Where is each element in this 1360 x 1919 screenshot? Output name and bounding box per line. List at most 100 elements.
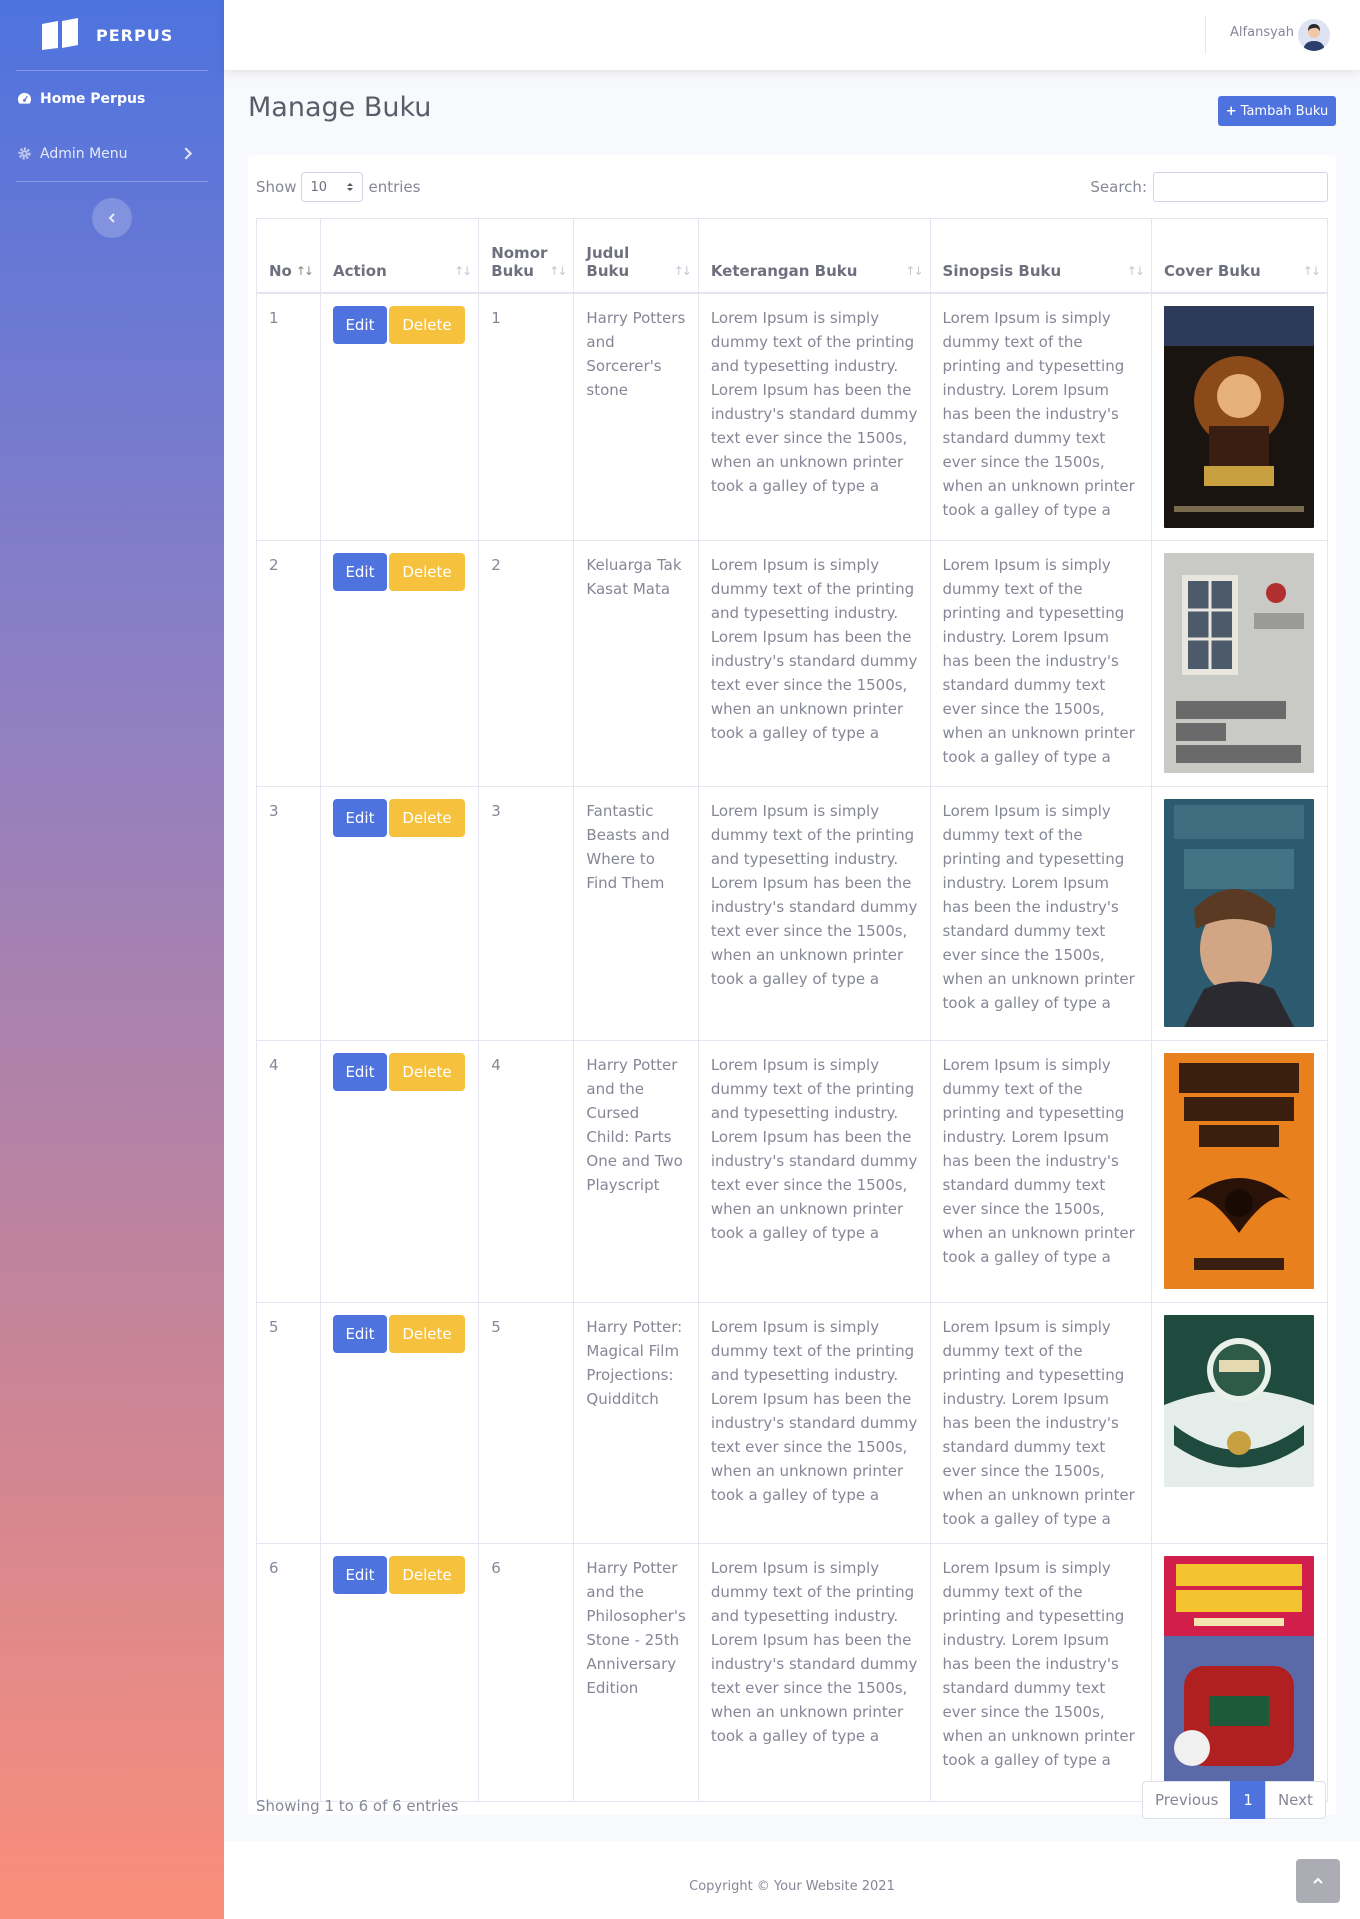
cell-keterangan: Lorem Ipsum is simply dummy text of the … — [697, 1301, 931, 1544]
table-header-row: No ↑↓ Action ↑↓ Nomor Buku ↑↓ Judul Buku ↑↓ … — [256, 218, 1329, 294]
cell-keterangan: Lorem Ipsum is simply dummy text of the … — [697, 539, 931, 787]
brand-name: PERPUS — [96, 25, 174, 45]
cell-no: 5 — [256, 1301, 321, 1544]
sidebar-brand[interactable]: PERPUS — [0, 0, 224, 70]
cell-nomor: 2 — [478, 539, 575, 787]
column-header-keterangan-buku[interactable]: Keterangan Buku ↑↓ — [697, 218, 931, 294]
sidebar-item-home-perpus[interactable]: Home Perpus — [0, 71, 224, 126]
chevron-right-icon — [184, 147, 193, 160]
delete-button[interactable]: Delete — [388, 1555, 465, 1594]
tachometer-icon — [17, 92, 32, 104]
chevron-left-icon — [108, 213, 115, 223]
cell-keterangan: Lorem Ipsum is simply dummy text of the … — [697, 1039, 931, 1303]
scroll-to-top-button[interactable] — [1296, 1859, 1340, 1903]
entries-select[interactable]: 10 — [301, 172, 364, 202]
show-label: Show — [256, 178, 297, 196]
cell-judul: Harry Potter and the Cursed Child: Parts… — [573, 1039, 699, 1303]
book-cover-image — [1163, 1314, 1314, 1487]
column-header-no[interactable]: No ↑↓ — [256, 218, 321, 294]
column-header-action[interactable]: Action ↑↓ — [319, 218, 480, 294]
delete-button[interactable]: Delete — [388, 1052, 465, 1091]
page-title: Manage Buku — [248, 92, 432, 123]
entries-length-control: Show 10 entries — [256, 172, 420, 202]
sort-icon: ↑↓ — [549, 263, 567, 278]
sort-icon: ↑↓ — [673, 263, 692, 278]
entries-select-value: 10 — [310, 179, 328, 195]
sort-icon: ↑↓ — [454, 263, 472, 278]
cell-no: 3 — [256, 785, 321, 1041]
cell-action: Edit Delete — [319, 785, 480, 1041]
cell-nomor: 1 — [478, 292, 575, 541]
table-row: 6 Edit Delete 6 Harry Potter and the Phil… — [256, 1542, 1329, 1802]
column-header-judul-buku[interactable]: Judul Buku ↑↓ — [573, 218, 699, 294]
column-header-sinopsis-buku[interactable]: Sinopsis Buku ↑↓ — [929, 218, 1152, 294]
cell-sinopsis: Lorem Ipsum is simply dummy text of the … — [929, 785, 1152, 1041]
entries-label: entries — [368, 178, 421, 196]
cell-keterangan: Lorem Ipsum is simply dummy text of the … — [697, 785, 931, 1041]
copyright: Copyright © Your Website 2021 — [689, 1879, 895, 1894]
cell-no: 4 — [256, 1039, 321, 1303]
cog-icon — [18, 147, 31, 160]
delete-button[interactable]: Delete — [388, 305, 465, 344]
delete-button[interactable]: Delete — [388, 798, 465, 837]
table-info: Showing 1 to 6 of 6 entries — [256, 1797, 459, 1815]
edit-button[interactable]: Edit — [332, 798, 387, 837]
cell-cover — [1150, 1039, 1329, 1303]
cell-judul: Harry Potter: Magical Film Projections: … — [573, 1301, 699, 1544]
add-book-button[interactable]: + Tambah Buku — [1218, 96, 1336, 126]
cell-action: Edit Delete — [319, 1039, 480, 1303]
column-header-cover-buku[interactable]: Cover Buku ↑↓ — [1150, 218, 1329, 294]
select-arrows-icon — [347, 183, 354, 191]
sort-icon: ↑↓ — [1302, 263, 1321, 278]
edit-button[interactable]: Edit — [332, 1052, 387, 1091]
table-row: 1 Edit Delete 1 Harry Potters and Sorcere… — [256, 292, 1329, 541]
cell-no: 6 — [256, 1542, 321, 1802]
edit-button[interactable]: Edit — [332, 1555, 387, 1594]
cell-cover — [1150, 1301, 1329, 1544]
topbar: Alfansyah — [224, 0, 1360, 70]
cell-no: 1 — [256, 292, 321, 541]
plus-icon: + — [1225, 103, 1237, 119]
avatar[interactable] — [1298, 19, 1330, 51]
delete-button[interactable]: Delete — [388, 1314, 465, 1353]
pagination-next[interactable]: Next — [1264, 1781, 1326, 1819]
edit-button[interactable]: Edit — [332, 1314, 387, 1353]
cell-nomor: 6 — [478, 1542, 575, 1802]
topbar-divider — [1205, 16, 1206, 54]
cell-sinopsis: Lorem Ipsum is simply dummy text of the … — [929, 1542, 1152, 1802]
sort-icon: ↑↓ — [905, 263, 923, 278]
user-name[interactable]: Alfansyah — [1230, 25, 1294, 40]
book-cover-image — [1163, 798, 1314, 1027]
cell-nomor: 5 — [478, 1301, 575, 1544]
edit-button[interactable]: Edit — [332, 305, 387, 344]
cell-no: 2 — [256, 539, 321, 787]
pagination-page-1[interactable]: 1 — [1230, 1781, 1266, 1819]
cell-judul: Keluarga Tak Kasat Mata — [573, 539, 699, 787]
cell-sinopsis: Lorem Ipsum is simply dummy text of the … — [929, 292, 1152, 541]
books-table: No ↑↓ Action ↑↓ Nomor Buku ↑↓ Judul Buku ↑↓ … — [256, 218, 1329, 1802]
edit-button[interactable]: Edit — [332, 552, 387, 591]
cell-cover — [1150, 785, 1329, 1041]
search-input[interactable] — [1153, 172, 1328, 202]
cell-action: Edit Delete — [319, 1301, 480, 1544]
cell-keterangan: Lorem Ipsum is simply dummy text of the … — [697, 292, 931, 541]
cell-action: Edit Delete — [319, 539, 480, 787]
pagination-previous[interactable]: Previous — [1142, 1781, 1232, 1819]
cell-judul: Harry Potter and the Philosopher's Stone… — [573, 1542, 699, 1802]
cell-sinopsis: Lorem Ipsum is simply dummy text of the … — [929, 1301, 1152, 1544]
sort-icon: ↑↓ — [295, 263, 314, 278]
cell-sinopsis: Lorem Ipsum is simply dummy text of the … — [929, 1039, 1152, 1303]
column-header-nomor-buku[interactable]: Nomor Buku ↑↓ — [478, 218, 575, 294]
cell-nomor: 4 — [478, 1039, 575, 1303]
book-open-icon — [42, 18, 78, 50]
delete-button[interactable]: Delete — [388, 552, 465, 591]
sidebar: PERPUS Home Perpus Admin Menu — [0, 0, 224, 1919]
cell-cover — [1150, 539, 1329, 787]
table-row: 5 Edit Delete 5 Harry Potter: Magical Fil… — [256, 1301, 1329, 1544]
cell-action: Edit Delete — [319, 1542, 480, 1802]
sidebar-item-admin-menu[interactable]: Admin Menu — [0, 126, 224, 181]
pagination: Previous 1 Next — [1142, 1781, 1326, 1819]
sidebar-toggle-button[interactable] — [92, 198, 132, 238]
cell-judul: Harry Potters and Sorcerer's stone — [573, 292, 699, 541]
sidebar-item-label: Admin Menu — [40, 145, 128, 162]
